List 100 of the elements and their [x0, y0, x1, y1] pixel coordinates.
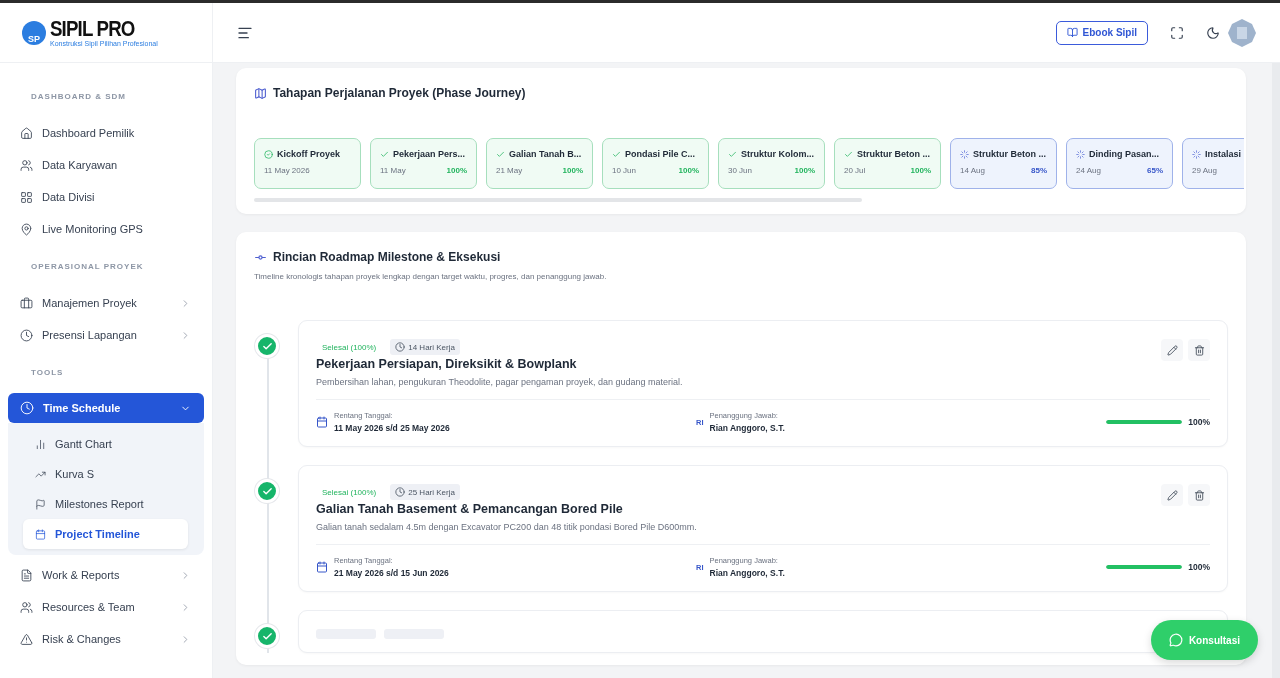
phase-card[interactable]: Struktur Beton ... 20 Jul 100% — [834, 138, 941, 189]
submenu-item[interactable]: Project Timeline — [23, 519, 188, 549]
phase-card[interactable]: Struktur Beton ... 14 Aug 85% — [950, 138, 1057, 189]
nav-item[interactable]: Manajemen Proyek — [8, 287, 204, 319]
progress-percent: 100% — [1188, 417, 1210, 427]
duration-tag: 25 Hari Kerja — [390, 484, 460, 500]
phase-date: 11 May 2026 — [264, 166, 310, 175]
phase-name: Dinding Pasan... — [1089, 149, 1159, 159]
flag-icon — [35, 498, 46, 510]
nav-item[interactable]: Dashboard Pemilik — [8, 117, 204, 149]
check-circle-icon — [264, 149, 273, 159]
phase-date: 30 Jun — [728, 166, 753, 175]
card-title: Tahapan Perjalanan Proyek (Phase Journey) — [273, 86, 526, 100]
briefcase-icon — [20, 296, 33, 310]
submenu-item[interactable]: Gantt Chart — [23, 429, 188, 459]
grid-icon — [20, 190, 33, 204]
phase-percent: 85% — [1031, 166, 1047, 175]
phase-name: Struktur Beton ... — [857, 149, 930, 159]
nav-item[interactable]: Resources & Team — [8, 591, 204, 623]
submenu-item[interactable]: Milestones Report — [23, 489, 188, 519]
phase-name: Kickoff Proyek — [277, 149, 341, 159]
users-icon — [20, 158, 33, 172]
status-label: Selesai (100%) — [321, 341, 378, 354]
chat-icon — [1168, 633, 1183, 647]
phase-date: 20 Jul — [844, 166, 866, 175]
calendar-icon — [35, 528, 46, 540]
calendar-icon — [316, 416, 328, 428]
map-icon — [254, 86, 267, 100]
date-range: 11 May 2026 s/d 25 May 2026 — [334, 423, 450, 433]
phase-name: Struktur Kolom... — [741, 149, 814, 159]
phase-date: 10 Jun — [612, 166, 637, 175]
loader-icon — [960, 149, 969, 159]
ebook-button[interactable]: Ebook Sipil — [1055, 20, 1148, 45]
phase-card[interactable]: Instalasi 29 Aug — [1182, 138, 1244, 189]
edit-button[interactable] — [1161, 484, 1183, 506]
milestone-title: Galian Tanah Basement & Pemancangan Bored Pile — [316, 502, 624, 516]
phase-card[interactable]: Galian Tanah B... 21 May 100% — [486, 138, 593, 189]
delete-button[interactable] — [1188, 484, 1210, 506]
nav-item[interactable]: Live Monitoring GPS — [8, 213, 204, 245]
trash-icon — [1193, 344, 1205, 356]
card-subtitle: Timeline kronologis tahapan proyek lengkap dengan target waktu, progres, dan penanggung jawab. — [254, 272, 608, 281]
book-icon — [1066, 27, 1078, 38]
logo-icon: SP — [22, 20, 46, 45]
check-icon — [728, 149, 737, 159]
phase-date: 11 May — [380, 166, 406, 175]
phase-card[interactable]: Pekerjaan Pers... 11 May 100% — [370, 138, 477, 189]
phase-percent: 100% — [446, 166, 467, 175]
loader-icon — [1076, 149, 1085, 159]
dark-mode-button[interactable] — [1206, 25, 1220, 40]
nav-item[interactable]: Risk & Changes — [8, 623, 204, 655]
pencil-icon — [1166, 344, 1178, 356]
phase-percent: 100% — [794, 166, 815, 175]
nav-item[interactable]: Work & Reports — [8, 559, 204, 591]
nav-item[interactable]: Presensi Lapangan — [8, 319, 204, 351]
loader-icon — [1192, 149, 1201, 159]
document-icon — [20, 568, 33, 582]
fullscreen-button[interactable] — [1170, 25, 1184, 40]
clock-icon — [20, 401, 34, 415]
date-range: 21 May 2026 s/d 15 Jun 2026 — [334, 568, 449, 578]
phase-card[interactable]: Dinding Pasan... 24 Aug 65% — [1066, 138, 1173, 189]
home-icon — [20, 126, 33, 140]
phase-date: 29 Aug — [1192, 166, 1217, 175]
nav-item[interactable]: Data Karyawan — [8, 149, 204, 181]
phase-card[interactable]: Pondasi Pile C... 10 Jun 100% — [602, 138, 709, 189]
owner-name: Rian Anggoro, S.T. — [709, 423, 785, 433]
nav-item[interactable]: Data Divisi — [8, 181, 204, 213]
check-icon — [380, 149, 389, 159]
owner-name: Rian Anggoro, S.T. — [709, 568, 785, 578]
submenu-item[interactable]: Kurva S — [23, 459, 188, 489]
check-icon — [496, 149, 505, 159]
section-title: TOOLS — [30, 367, 65, 379]
delete-button[interactable] — [1188, 339, 1210, 361]
warning-icon — [20, 632, 33, 646]
section-title: OPERASIONAL PROYEK — [30, 261, 145, 273]
edit-button[interactable] — [1161, 339, 1183, 361]
trash-icon — [1193, 489, 1205, 501]
logo-name: SIPIL PRO — [50, 17, 136, 40]
clock-icon — [395, 342, 406, 352]
progress-percent: 100% — [1188, 562, 1210, 572]
phase-percent: 100% — [678, 166, 699, 175]
milestone-description: Pembersihan lahan, pengukuran Theodolite, pagar pengaman proyek, dan gudang material. — [316, 377, 684, 387]
milestone-title: Pekerjaan Persiapan, Direksikit & Bowplank — [316, 357, 578, 371]
check-icon — [612, 149, 621, 159]
phase-name: Struktur Beton ... — [973, 149, 1046, 159]
section-title: DASHBOARD & SDM — [30, 91, 127, 103]
phase-name: Galian Tanah B... — [509, 149, 582, 159]
phase-percent: 100% — [562, 166, 583, 175]
phase-percent: 100% — [910, 166, 931, 175]
clock-icon — [20, 328, 33, 342]
duration-tag: 14 Hari Kerja — [390, 339, 460, 355]
phase-date: 14 Aug — [960, 166, 985, 175]
phase-date: 21 May — [496, 166, 523, 175]
phase-card[interactable]: Struktur Kolom... 30 Jun 100% — [718, 138, 825, 189]
phase-percent: 65% — [1147, 166, 1163, 175]
pencil-icon — [1166, 489, 1178, 501]
phase-card[interactable]: Kickoff Proyek 11 May 2026 — [254, 138, 361, 189]
phase-name: Pekerjaan Pers... — [393, 149, 466, 159]
nav-item[interactable]: Time Schedule — [8, 393, 204, 423]
status-label: Selesai (100%) — [321, 486, 378, 499]
bar-chart-icon — [35, 438, 46, 450]
